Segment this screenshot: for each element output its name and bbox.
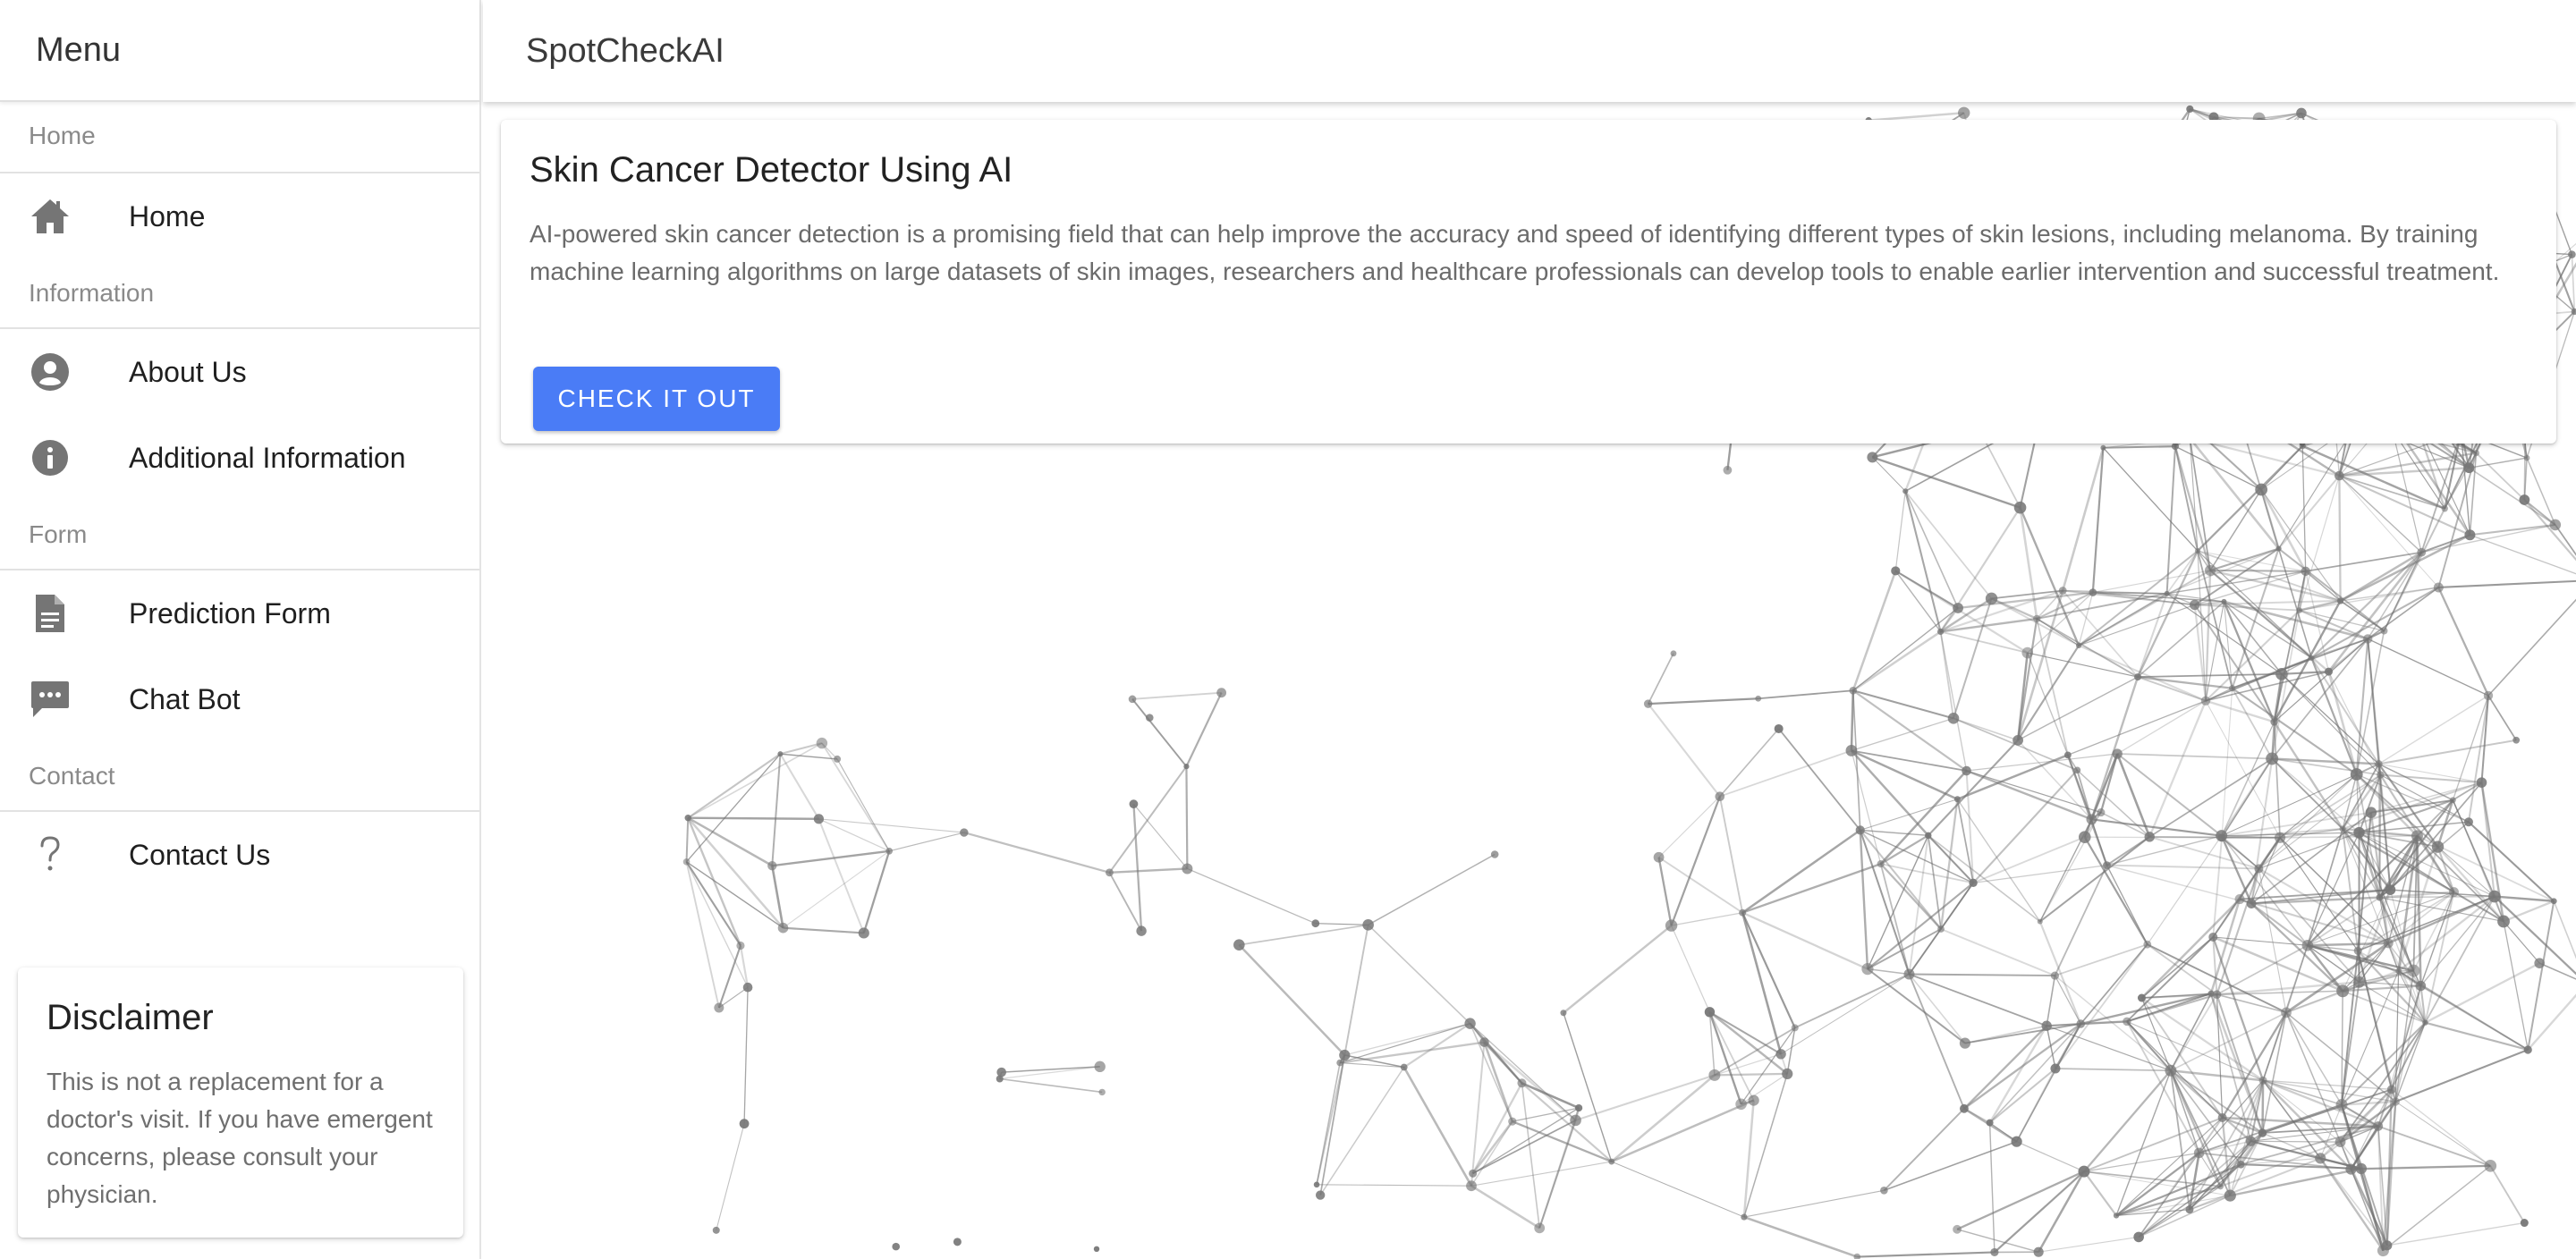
chat-icon bbox=[29, 678, 72, 721]
section-label-contact: Contact bbox=[0, 742, 479, 812]
document-icon bbox=[29, 592, 72, 635]
intro-card: Skin Cancer Detector Using AI AI-powered… bbox=[501, 120, 2556, 444]
section-label-home: Home bbox=[0, 102, 479, 173]
sidebar-item-label: Home bbox=[129, 199, 206, 232]
sidebar-title: Menu bbox=[36, 30, 122, 69]
sidebar-item-label: Additional Information bbox=[129, 441, 406, 474]
card-description: AI-powered skin cancer detection is a pr… bbox=[530, 220, 2500, 285]
home-icon bbox=[29, 195, 72, 238]
account-circle-icon bbox=[29, 351, 72, 393]
sidebar-item-label: Contact Us bbox=[129, 838, 271, 871]
sidebar-item-chat-bot[interactable]: Chat Bot bbox=[0, 656, 479, 742]
sidebar-item-label: Chat Bot bbox=[129, 682, 241, 715]
sidebar-item-contact-us[interactable]: Contact Us bbox=[0, 812, 479, 898]
question-mark-icon bbox=[29, 833, 72, 876]
disclaimer-text: This is not a replacement for a doctor's… bbox=[47, 1068, 433, 1208]
sidebar: Menu Home Home Information About Us Addi… bbox=[0, 0, 481, 1259]
sidebar-item-about-us[interactable]: About Us bbox=[0, 329, 479, 415]
main-content: Skin Cancer Detector Using AI AI-powered… bbox=[483, 102, 2576, 1259]
check-it-out-button[interactable]: CHECK IT OUT bbox=[533, 367, 780, 431]
section-label-form: Form bbox=[0, 501, 479, 570]
disclaimer-title: Disclaimer bbox=[47, 998, 214, 1037]
sidebar-item-label: Prediction Form bbox=[129, 596, 331, 630]
sidebar-item-label: About Us bbox=[129, 355, 247, 388]
sidebar-item-prediction-form[interactable]: Prediction Form bbox=[0, 570, 479, 656]
app-bar: SpotCheckAI bbox=[483, 0, 2576, 102]
info-icon bbox=[29, 436, 72, 479]
sidebar-item-additional-information[interactable]: Additional Information bbox=[0, 415, 479, 501]
app-title: SpotCheckAI bbox=[526, 31, 724, 70]
sidebar-item-home[interactable]: Home bbox=[0, 173, 479, 259]
sidebar-header: Menu bbox=[0, 0, 479, 102]
disclaimer-card: Disclaimer This is not a replacement for… bbox=[18, 967, 463, 1238]
card-title: Skin Cancer Detector Using AI bbox=[530, 150, 1013, 190]
section-label-information: Information bbox=[0, 259, 479, 329]
